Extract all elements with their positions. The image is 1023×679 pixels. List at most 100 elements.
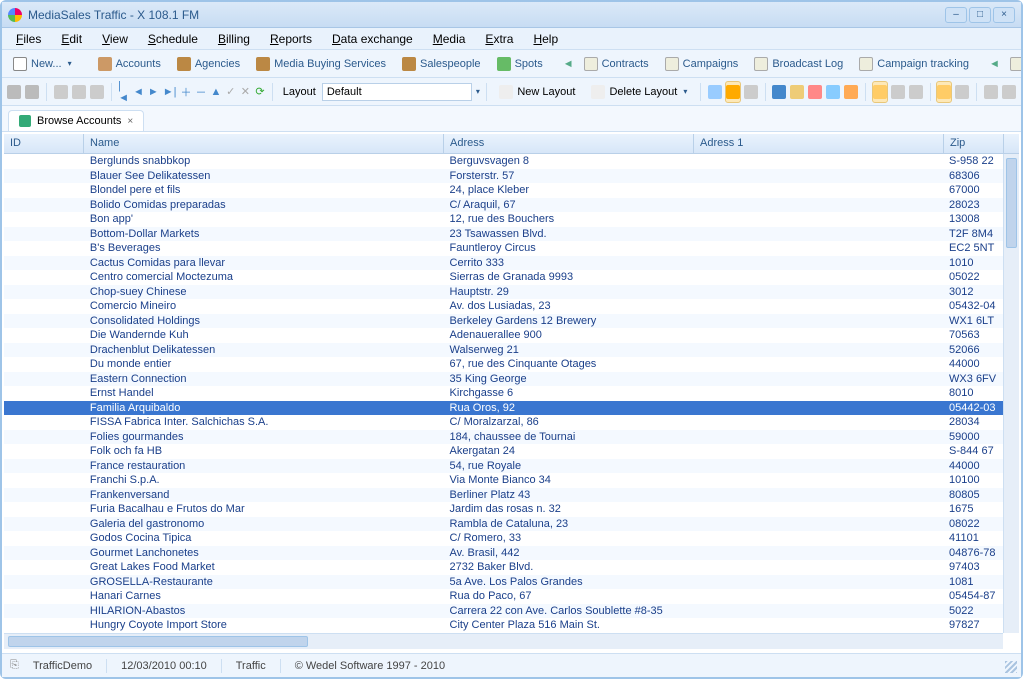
filter-clear-button[interactable]	[743, 81, 759, 103]
next-record-button[interactable]: ►	[147, 81, 160, 103]
filter-funnel-button[interactable]	[707, 81, 723, 103]
settings-button[interactable]	[1001, 81, 1017, 103]
campaign-tracking-button[interactable]: Campaign tracking	[852, 54, 976, 74]
scrollbar-thumb[interactable]	[8, 636, 308, 647]
column-header-adress1[interactable]: Adress 1	[694, 134, 944, 153]
table-row[interactable]: Berglunds snabbkopBerguvsvagen 8S-958 22	[4, 154, 1003, 169]
minimize-button[interactable]: –	[945, 7, 967, 23]
agencies-button[interactable]: Agencies	[170, 54, 247, 74]
preview-button[interactable]	[24, 81, 40, 103]
table-row[interactable]: Galeria del gastronomoRambla de Cataluna…	[4, 517, 1003, 532]
color-style-button[interactable]	[936, 81, 952, 103]
menu-billing[interactable]: Billing	[212, 30, 256, 48]
view-2-button[interactable]	[825, 81, 841, 103]
new-layout-button[interactable]: New Layout	[492, 82, 582, 102]
table-row[interactable]: Blauer See DelikatessenForsterstr. 57683…	[4, 169, 1003, 184]
open-layout-button[interactable]	[789, 81, 805, 103]
resize-grip[interactable]	[1005, 661, 1017, 673]
new-button[interactable]: New...▾	[6, 54, 79, 74]
contracts-button[interactable]: Contracts	[577, 54, 656, 74]
table-row[interactable]: Godos Cocina TipicaC/ Romero, 3341101	[4, 531, 1003, 546]
table-row[interactable]: B's BeveragesFauntleroy CircusEC2 5NT	[4, 241, 1003, 256]
table-row[interactable]: FrankenversandBerliner Platz 4380805	[4, 488, 1003, 503]
columns-button[interactable]	[954, 81, 970, 103]
tab-browse-accounts[interactable]: Browse Accounts ×	[8, 110, 144, 131]
copy-button[interactable]	[71, 81, 87, 103]
column-header-zip[interactable]: Zip	[944, 134, 1004, 153]
nav-prev-button[interactable]: ◄	[562, 53, 575, 75]
table-row[interactable]: Du monde entier67, rue des Cinquante Ota…	[4, 357, 1003, 372]
menu-files[interactable]: Files	[10, 30, 47, 48]
table-row[interactable]: Die Wandernde KuhAdenauerallee 90070563	[4, 328, 1003, 343]
table-row[interactable]: Folies gourmandes184, chaussee de Tourna…	[4, 430, 1003, 445]
table-row[interactable]: Franchi S.p.A.Via Monte Bianco 3410100	[4, 473, 1003, 488]
last-record-button[interactable]: ►|	[162, 81, 178, 103]
table-row[interactable]: Drachenblut DelikatessenWalserweg 215206…	[4, 343, 1003, 358]
print-button[interactable]	[6, 81, 22, 103]
table-row[interactable]: Consolidated HoldingsBerkeley Gardens 12…	[4, 314, 1003, 329]
vertical-scrollbar[interactable]	[1003, 154, 1019, 633]
accounts-button[interactable]: Accounts	[91, 54, 168, 74]
table-row[interactable]: Ernst HandelKirchgasse 68010	[4, 386, 1003, 401]
prev-record-button[interactable]: ◄	[132, 81, 145, 103]
menu-extra[interactable]: Extra	[479, 30, 519, 48]
commit-button[interactable]: ✓	[224, 81, 237, 103]
table-row[interactable]: Hanari CarnesRua do Paco, 6705454-87	[4, 589, 1003, 604]
table-row[interactable]: Folk och fa HBAkergatan 24S-844 67	[4, 444, 1003, 459]
column-header-id[interactable]: ID	[4, 134, 84, 153]
table-row[interactable]: Comercio MineiroAv. dos Lusiadas, 230543…	[4, 299, 1003, 314]
menu-media[interactable]: Media	[427, 30, 472, 48]
export-button[interactable]	[983, 81, 999, 103]
table-row[interactable]: Bolido Comidas preparadasC/ Araquil, 672…	[4, 198, 1003, 213]
menu-reports[interactable]: Reports	[264, 30, 318, 48]
table-row[interactable]: Familia ArquibaldoRua Oros, 9205442-03	[4, 401, 1003, 416]
column-header-adress[interactable]: Adress	[444, 134, 694, 153]
edit-record-button[interactable]: ▲	[209, 81, 222, 103]
remove-record-button[interactable]: －	[194, 81, 207, 103]
table-row[interactable]: GROSELLA-Restaurante5a Ave. Los Palos Gr…	[4, 575, 1003, 590]
table-row[interactable]: Centro comercial MoctezumaSierras de Gra…	[4, 270, 1003, 285]
filter-active-button[interactable]	[725, 81, 741, 103]
table-row[interactable]: HILARION-AbastosCarrera 22 con Ave. Carl…	[4, 604, 1003, 619]
table-row[interactable]: Gourmet LanchonetesAv. Brasil, 44204876-…	[4, 546, 1003, 561]
table-row[interactable]: Chop-suey ChineseHauptstr. 293012	[4, 285, 1003, 300]
menu-edit[interactable]: Edit	[55, 30, 88, 48]
table-row[interactable]: France restauration54, rue Royale44000	[4, 459, 1003, 474]
grid-style-3-button[interactable]	[908, 81, 924, 103]
media-buying-button[interactable]: Media Buying Services	[249, 54, 393, 74]
view-3-button[interactable]	[843, 81, 859, 103]
campaigns-button[interactable]: Campaigns	[658, 54, 746, 74]
table-row[interactable]: Eastern Connection35 King GeorgeWX3 6FV	[4, 372, 1003, 387]
first-record-button[interactable]: |◄	[117, 81, 130, 103]
menu-help[interactable]: Help	[527, 30, 564, 48]
delete-layout-button[interactable]: Delete Layout▾	[584, 82, 694, 102]
maximize-button[interactable]: □	[969, 7, 991, 23]
table-row[interactable]: FISSA Fabrica Inter. Salchichas S.A.C/ M…	[4, 415, 1003, 430]
save-layout-button[interactable]	[771, 81, 787, 103]
scrollbar-thumb[interactable]	[1006, 158, 1017, 248]
pivot-reports-button[interactable]: Pivot Reports	[1003, 54, 1021, 74]
add-record-button[interactable]: ＋	[179, 81, 192, 103]
status-pin-icon[interactable]: ⎘	[10, 659, 19, 672]
table-row[interactable]: Great Lakes Food Market2732 Baker Blvd.9…	[4, 560, 1003, 575]
table-row[interactable]: Blondel pere et fils24, place Kleber6700…	[4, 183, 1003, 198]
grid-style-2-button[interactable]	[890, 81, 906, 103]
view-1-button[interactable]	[807, 81, 823, 103]
column-header-name[interactable]: Name	[84, 134, 444, 153]
paste-button[interactable]	[89, 81, 105, 103]
table-row[interactable]: Hungry Coyote Import StoreCity Center Pl…	[4, 618, 1003, 633]
nav-next-button[interactable]: ◄	[988, 53, 1001, 75]
table-row[interactable]: Cactus Comidas para llevarCerrito 333101…	[4, 256, 1003, 271]
close-button[interactable]: ×	[993, 7, 1015, 23]
chevron-down-icon[interactable]: ▾	[476, 87, 480, 96]
tab-close-button[interactable]: ×	[127, 116, 133, 127]
table-row[interactable]: Bon app'12, rue des Bouchers13008	[4, 212, 1003, 227]
refresh-button[interactable]: ⟳	[254, 81, 267, 103]
menu-schedule[interactable]: Schedule	[142, 30, 204, 48]
spots-button[interactable]: Spots	[490, 54, 550, 74]
broadcast-log-button[interactable]: Broadcast Log	[747, 54, 850, 74]
menu-view[interactable]: View	[96, 30, 134, 48]
salespeople-button[interactable]: Salespeople	[395, 54, 488, 74]
cancel-edit-button[interactable]: ✕	[239, 81, 252, 103]
menu-data-exchange[interactable]: Data exchange	[326, 30, 419, 48]
